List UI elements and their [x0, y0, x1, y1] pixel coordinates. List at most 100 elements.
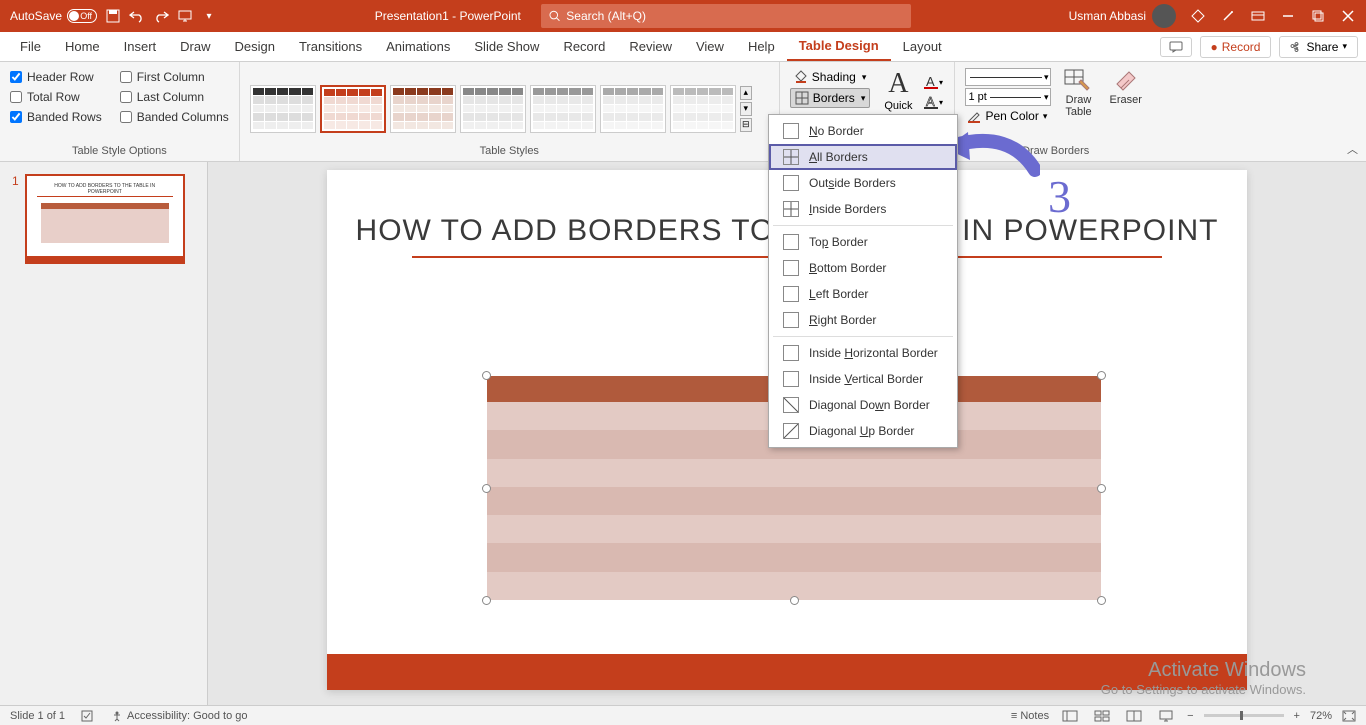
collapse-ribbon-icon[interactable]: ︿ [1347, 141, 1358, 157]
group-label-style-options: Table Style Options [10, 145, 229, 159]
chk-first-column[interactable]: First Column [120, 70, 229, 84]
save-icon[interactable] [105, 8, 121, 24]
slide-info: Slide 1 of 1 [10, 710, 65, 722]
table-style-thumb[interactable] [670, 85, 736, 133]
dd-inside-vertical[interactable]: Inside Vertical Border [769, 366, 957, 392]
notes-button[interactable]: ≡ Notes [1011, 710, 1049, 722]
thumbnail-pane: 1 HOW TO ADD BORDERS TO THE TABLE IN POW… [0, 162, 208, 705]
table-style-thumb[interactable] [530, 85, 596, 133]
resize-handle[interactable] [1097, 484, 1106, 493]
chk-last-column[interactable]: Last Column [120, 90, 229, 104]
tab-view[interactable]: View [684, 32, 736, 61]
minimize-icon[interactable] [1280, 8, 1296, 24]
normal-view-icon[interactable] [1059, 710, 1081, 722]
dd-all-borders[interactable]: All Borders [769, 144, 957, 170]
dd-outside-borders[interactable]: Outside Borders [769, 170, 957, 196]
maximize-icon[interactable] [1310, 8, 1326, 24]
pen-color-button[interactable]: Pen Color▾ [965, 108, 1051, 124]
tab-review[interactable]: Review [617, 32, 684, 61]
dd-left-border[interactable]: Left Border [769, 281, 957, 307]
tab-file[interactable]: File [8, 32, 53, 61]
draw-table-button[interactable]: Draw Table [1059, 66, 1097, 118]
record-button[interactable]: Record [1200, 36, 1272, 58]
tab-help[interactable]: Help [736, 32, 787, 61]
close-icon[interactable] [1340, 8, 1356, 24]
slideshow-view-icon[interactable] [1155, 710, 1177, 722]
borders-button[interactable]: Borders▾ [790, 88, 871, 108]
chk-header-row[interactable]: Header Row [10, 70, 102, 84]
inside-v-icon [783, 371, 799, 387]
shading-button[interactable]: Shading▾ [790, 68, 871, 86]
resize-handle[interactable] [790, 596, 799, 605]
user-name: Usman Abbasi [1069, 9, 1146, 23]
tab-insert[interactable]: Insert [112, 32, 169, 61]
gallery-scroll-down-icon[interactable]: ▾ [740, 102, 752, 116]
wand-icon[interactable] [1220, 8, 1236, 24]
dd-diagonal-up[interactable]: Diagonal Up Border [769, 418, 957, 444]
autosave-toggle[interactable]: AutoSave Off [10, 9, 97, 23]
table-style-thumb[interactable] [320, 85, 386, 133]
ribbon-mode-icon[interactable] [1250, 8, 1266, 24]
dd-right-border[interactable]: Right Border [769, 307, 957, 333]
tab-slideshow[interactable]: Slide Show [462, 32, 551, 61]
user-account[interactable]: Usman Abbasi [1069, 4, 1176, 28]
tab-layout[interactable]: Layout [891, 32, 954, 61]
reading-view-icon[interactable] [1123, 710, 1145, 722]
table-style-thumb[interactable] [250, 85, 316, 133]
dd-bottom-border[interactable]: Bottom Border [769, 255, 957, 281]
zoom-out-icon[interactable]: − [1187, 710, 1193, 722]
pen-style-select[interactable]: ▾ [965, 68, 1051, 86]
resize-handle[interactable] [482, 371, 491, 380]
quick-styles-button[interactable]: A Quick [884, 70, 912, 112]
dd-inside-horizontal[interactable]: Inside Horizontal Border [769, 340, 957, 366]
dd-diagonal-down[interactable]: Diagonal Down Border [769, 392, 957, 418]
title-bar: AutoSave Off ▾ Presentation1 - PowerPoin… [0, 0, 1366, 32]
zoom-in-icon[interactable]: + [1294, 710, 1300, 722]
share-button[interactable]: Share▾ [1279, 36, 1358, 58]
slide-thumbnail[interactable]: HOW TO ADD BORDERS TO THE TABLE IN POWER… [25, 174, 185, 264]
qat-more-icon[interactable]: ▾ [201, 8, 217, 24]
eraser-button[interactable]: Eraser [1105, 66, 1145, 106]
gallery-scroll-up-icon[interactable]: ▴ [740, 86, 752, 100]
search-input[interactable] [566, 9, 903, 23]
resize-handle[interactable] [482, 484, 491, 493]
spell-check-icon[interactable] [81, 710, 95, 722]
gallery-more-icon[interactable]: ⊟ [740, 118, 752, 132]
chk-banded-rows[interactable]: Banded Rows [10, 110, 102, 124]
tab-design[interactable]: Design [223, 32, 287, 61]
search-box[interactable] [541, 4, 911, 28]
tab-table-design[interactable]: Table Design [787, 32, 891, 61]
outside-borders-icon [783, 175, 799, 191]
table-style-thumb[interactable] [390, 85, 456, 133]
chk-banded-columns[interactable]: Banded Columns [120, 110, 229, 124]
table-style-thumb[interactable] [460, 85, 526, 133]
table-style-thumb[interactable] [600, 85, 666, 133]
tab-animations[interactable]: Animations [374, 32, 462, 61]
resize-handle[interactable] [482, 596, 491, 605]
diag-down-icon [783, 397, 799, 413]
tab-transitions[interactable]: Transitions [287, 32, 374, 61]
document-name: Presentation1 - PowerPoint [375, 9, 521, 23]
zoom-level[interactable]: 72% [1310, 710, 1332, 722]
comments-button[interactable] [1160, 37, 1192, 57]
undo-icon[interactable] [129, 8, 145, 24]
text-fill-button[interactable]: A▾ [922, 74, 944, 90]
dd-no-border[interactable]: NNo Bordero Border [769, 118, 957, 144]
zoom-slider[interactable] [1204, 714, 1284, 717]
dd-inside-borders[interactable]: Inside Borders [769, 196, 957, 222]
present-icon[interactable] [177, 8, 193, 24]
tab-record[interactable]: Record [551, 32, 617, 61]
resize-handle[interactable] [1097, 596, 1106, 605]
chk-total-row[interactable]: Total Row [10, 90, 102, 104]
tab-home[interactable]: Home [53, 32, 112, 61]
diamond-icon[interactable] [1190, 8, 1206, 24]
text-outline-button[interactable]: A▾ [922, 94, 944, 110]
pen-weight-select[interactable]: 1 pt▾ [965, 88, 1051, 106]
fit-to-window-icon[interactable] [1342, 710, 1356, 722]
resize-handle[interactable] [1097, 371, 1106, 380]
slide-sorter-icon[interactable] [1091, 710, 1113, 722]
accessibility-status[interactable]: Accessibility: Good to go [111, 710, 247, 722]
dd-top-border[interactable]: Top Border [769, 229, 957, 255]
redo-icon[interactable] [153, 8, 169, 24]
tab-draw[interactable]: Draw [168, 32, 222, 61]
